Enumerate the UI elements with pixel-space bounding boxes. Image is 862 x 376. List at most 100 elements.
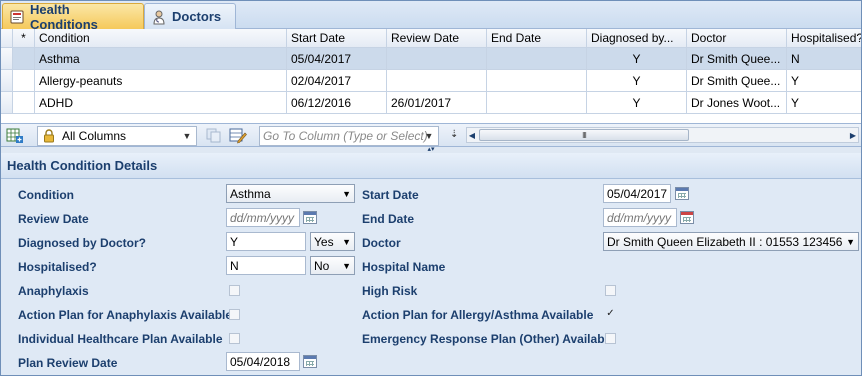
chevron-down-icon: ▼ bbox=[342, 236, 351, 247]
doctor-icon bbox=[151, 9, 167, 25]
anaphylaxis-label: Anaphylaxis bbox=[18, 284, 89, 298]
row-indicator[interactable] bbox=[1, 92, 13, 114]
table-cell[interactable]: Y bbox=[787, 92, 861, 114]
horizontal-scrollbar[interactable]: ◀ III ▶ bbox=[466, 127, 859, 143]
scroll-right-icon[interactable]: ▶ bbox=[848, 128, 858, 142]
diagnosed-value: Y bbox=[230, 234, 239, 249]
doctor-select[interactable]: Dr Smith Queen Elizabeth II : 01553 1234… bbox=[603, 232, 859, 251]
table-cell[interactable]: Y bbox=[787, 70, 861, 92]
action-plan-anaphylaxis-checkbox[interactable] bbox=[229, 309, 240, 320]
column-header-review-date[interactable]: Review Date bbox=[387, 29, 487, 48]
table-cell[interactable]: N bbox=[787, 48, 861, 70]
table-cell[interactable]: Y bbox=[587, 70, 687, 92]
table-cell[interactable] bbox=[387, 48, 487, 70]
diagnosed-label: Diagnosed by Doctor? bbox=[18, 236, 147, 250]
anaphylaxis-checkbox[interactable] bbox=[229, 285, 240, 296]
hospitalised-field[interactable]: N bbox=[226, 256, 306, 275]
hospitalised-select[interactable]: No ▼ bbox=[310, 256, 355, 275]
row-indicator[interactable] bbox=[1, 48, 13, 70]
row-indicator-header bbox=[1, 29, 13, 48]
column-header-start-date[interactable]: Start Date bbox=[287, 29, 387, 48]
grid-toolbar: All Columns ▼ Go To Column (Type or Sele… bbox=[1, 123, 861, 147]
column-header-new[interactable]: * bbox=[13, 29, 35, 48]
table-cell[interactable]: 02/04/2017 bbox=[287, 70, 387, 92]
emergency-response-label: Emergency Response Plan (Other) Availabl… bbox=[362, 332, 615, 346]
hospitalised-select-value: No bbox=[314, 258, 330, 273]
condition-label: Condition bbox=[18, 188, 74, 202]
table-cell[interactable] bbox=[13, 48, 35, 70]
condition-value: Asthma bbox=[230, 186, 271, 201]
hospitalised-value: N bbox=[230, 258, 239, 273]
diagnosed-select[interactable]: Yes ▼ bbox=[310, 232, 355, 251]
calendar-icon[interactable] bbox=[303, 211, 317, 224]
table-cell[interactable]: ADHD bbox=[35, 92, 287, 114]
table-cell[interactable]: Asthma bbox=[35, 48, 287, 70]
table-row[interactable]: ADHD 06/12/2016 26/01/2017 Y Dr Jones Wo… bbox=[1, 92, 861, 114]
export-excel-icon[interactable] bbox=[6, 127, 24, 144]
tab-health-conditions[interactable]: Health Conditions bbox=[2, 2, 144, 32]
table-cell[interactable]: 05/04/2017 bbox=[287, 48, 387, 70]
splitter-grip: ▴▾ bbox=[427, 146, 435, 153]
table-cell[interactable]: 26/01/2017 bbox=[387, 92, 487, 114]
grid-header: * Condition Start Date Review Date End D… bbox=[1, 29, 861, 48]
edit-columns-icon[interactable] bbox=[229, 127, 247, 144]
calendar-clear-icon[interactable] bbox=[680, 211, 694, 224]
table-cell[interactable] bbox=[387, 70, 487, 92]
table-cell[interactable]: Y bbox=[587, 92, 687, 114]
lock-icon bbox=[42, 129, 56, 143]
doctor-label: Doctor bbox=[362, 236, 401, 250]
table-cell[interactable]: Dr Jones Woot... bbox=[687, 92, 787, 114]
table-cell[interactable]: Dr Smith Quee... bbox=[687, 70, 787, 92]
end-date-placeholder: dd/mm/yyyy bbox=[607, 210, 672, 225]
end-date-label: End Date bbox=[362, 212, 415, 226]
column-header-end-date[interactable]: End Date bbox=[487, 29, 587, 48]
column-header-doctor[interactable]: Doctor bbox=[687, 29, 787, 48]
scroll-left-icon[interactable]: ◀ bbox=[467, 128, 477, 142]
table-cell[interactable] bbox=[13, 70, 35, 92]
column-header-condition[interactable]: Condition bbox=[35, 29, 287, 48]
action-plan-anaphylaxis-label: Action Plan for Anaphylaxis Available bbox=[18, 308, 233, 322]
health-conditions-icon bbox=[9, 9, 25, 25]
table-cell[interactable] bbox=[487, 92, 587, 114]
copy-columns-icon[interactable] bbox=[205, 127, 223, 144]
column-header-hospitalised[interactable]: Hospitalised? bbox=[787, 29, 861, 48]
chevron-down-icon: ▼ bbox=[424, 131, 434, 141]
sort-icon[interactable]: ⇣ bbox=[450, 129, 458, 140]
action-plan-allergy-checkbox[interactable]: ✓ bbox=[605, 309, 616, 320]
individual-healthcare-checkbox[interactable] bbox=[229, 333, 240, 344]
emergency-response-checkbox[interactable] bbox=[605, 333, 616, 344]
table-cell[interactable]: Y bbox=[587, 48, 687, 70]
calendar-icon[interactable] bbox=[675, 187, 689, 200]
table-cell[interactable] bbox=[13, 92, 35, 114]
review-date-field[interactable]: dd/mm/yyyy bbox=[226, 208, 300, 227]
table-cell[interactable]: Allergy-peanuts bbox=[35, 70, 287, 92]
scrollbar-grip: III bbox=[582, 130, 587, 140]
review-date-placeholder: dd/mm/yyyy bbox=[230, 210, 295, 225]
table-cell[interactable] bbox=[487, 70, 587, 92]
condition-select[interactable]: Asthma ▼ bbox=[226, 184, 355, 203]
end-date-field[interactable]: dd/mm/yyyy bbox=[603, 208, 677, 227]
table-cell[interactable]: 06/12/2016 bbox=[287, 92, 387, 114]
start-date-label: Start Date bbox=[362, 188, 419, 202]
table-cell[interactable] bbox=[487, 48, 587, 70]
plan-review-date-field[interactable]: 05/04/2018 bbox=[226, 352, 300, 371]
goto-column-input[interactable]: Go To Column (Type or Select) ▼ bbox=[259, 126, 439, 146]
tab-doctors[interactable]: Doctors bbox=[144, 3, 236, 29]
table-row[interactable]: Allergy-peanuts 02/04/2017 Y Dr Smith Qu… bbox=[1, 70, 861, 92]
action-plan-allergy-label: Action Plan for Allergy/Asthma Available bbox=[362, 308, 594, 322]
chevron-down-icon: ▼ bbox=[342, 260, 351, 271]
table-cell[interactable]: Dr Smith Quee... bbox=[687, 48, 787, 70]
chevron-down-icon: ▼ bbox=[182, 131, 192, 141]
scrollbar-thumb[interactable]: III bbox=[479, 129, 689, 141]
diagnosed-field[interactable]: Y bbox=[226, 232, 306, 251]
start-date-value: 05/04/2017 bbox=[607, 186, 668, 201]
start-date-field[interactable]: 05/04/2017 bbox=[603, 184, 671, 203]
row-indicator[interactable] bbox=[1, 70, 13, 92]
individual-healthcare-label: Individual Healthcare Plan Available bbox=[18, 332, 223, 346]
calendar-icon[interactable] bbox=[303, 355, 317, 368]
hospital-name-label: Hospital Name bbox=[362, 260, 446, 274]
column-header-diagnosed[interactable]: Diagnosed by... bbox=[587, 29, 687, 48]
table-row[interactable]: Asthma 05/04/2017 Y Dr Smith Quee... N bbox=[1, 48, 861, 70]
high-risk-checkbox[interactable] bbox=[605, 285, 616, 296]
column-set-select[interactable]: All Columns ▼ bbox=[37, 126, 197, 146]
